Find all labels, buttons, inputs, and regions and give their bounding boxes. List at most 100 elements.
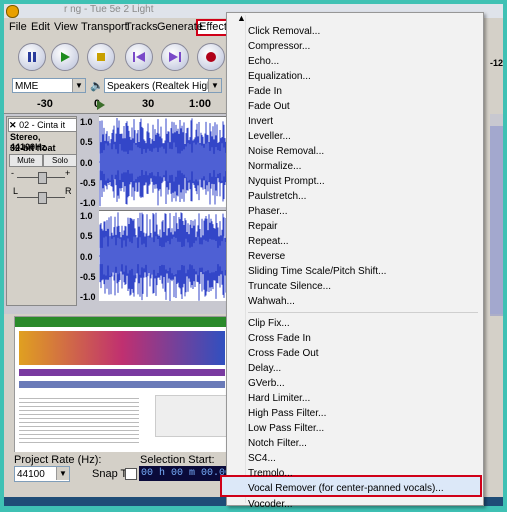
- effect-menu-item[interactable]: Repair: [248, 220, 277, 234]
- effect-menu-item[interactable]: Delay...: [248, 362, 281, 376]
- snap-to-checkbox[interactable]: [125, 468, 137, 480]
- effect-menu-item[interactable]: Paulstretch...: [248, 190, 306, 204]
- waveform-right-channel[interactable]: [99, 210, 234, 301]
- effect-menu-item[interactable]: Notch Filter...: [248, 437, 307, 451]
- effect-menu-item[interactable]: Echo...: [248, 55, 279, 69]
- thumb-sidebar-box: [155, 395, 227, 437]
- skip-to-end-button[interactable]: [161, 43, 189, 71]
- effect-menu-item[interactable]: Noise Removal...: [248, 145, 324, 159]
- selection-start-label: Selection Start:: [140, 454, 215, 466]
- menu-file[interactable]: File: [9, 21, 27, 33]
- mute-button[interactable]: Mute: [9, 154, 43, 167]
- timeline-ruler[interactable]: -30 0 30 1:00: [4, 97, 234, 114]
- chevron-down-icon: ▼: [208, 79, 221, 92]
- effect-menu-item[interactable]: GVerb...: [248, 377, 285, 391]
- menu-edit[interactable]: Edit: [31, 21, 50, 33]
- chevron-down-icon: ▼: [72, 79, 85, 92]
- effect-menu-item[interactable]: Wahwah...: [248, 295, 295, 309]
- thumb-navbar: [15, 317, 233, 327]
- effect-menu-item[interactable]: Phaser...: [248, 205, 287, 219]
- scale-label: -1.0: [80, 292, 96, 302]
- thumb-menu-strip: [19, 369, 225, 376]
- effect-menu-item[interactable]: Invert: [248, 115, 273, 129]
- effect-menu-item[interactable]: Compressor...: [248, 40, 310, 54]
- effect-menu-item[interactable]: Fade In: [248, 85, 282, 99]
- effect-menu-item[interactable]: Normalize...: [248, 160, 301, 174]
- play-button[interactable]: [51, 43, 79, 71]
- project-rate-label: Project Rate (Hz):: [14, 454, 102, 466]
- pan-left-label: L: [13, 186, 19, 196]
- effect-menu-item[interactable]: Repeat...: [248, 235, 289, 249]
- menu-bar: File Edit View Transport Tracks Generate…: [4, 20, 234, 37]
- play-icon: [61, 52, 70, 62]
- gain-slider-handle[interactable]: [38, 172, 47, 184]
- menu-effect[interactable]: Effect: [199, 21, 227, 33]
- scale-label: -0.5: [80, 272, 96, 282]
- effect-menu-item[interactable]: Fade Out: [248, 100, 290, 114]
- menu-tracks[interactable]: Tracks: [125, 21, 158, 33]
- menu-transport[interactable]: Transport: [81, 21, 128, 33]
- effect-menu-item[interactable]: Reverse: [248, 250, 285, 264]
- output-device-select[interactable]: Speakers (Realtek High Definit ▼: [104, 78, 222, 93]
- amplitude-scale: 1.0 0.5 0.0 -0.5 -1.0 1.0 0.5 0.0 -0.5 -…: [79, 116, 99, 306]
- pause-icon: [28, 52, 36, 62]
- transport-toolbar: [4, 40, 234, 74]
- effect-menu-item[interactable]: Hard Limiter...: [248, 392, 310, 406]
- background-browser-thumbnail: [14, 316, 234, 453]
- track-name-dropdown[interactable]: ✕ 02 - Cinta it: [8, 118, 77, 132]
- solo-button[interactable]: Solo: [43, 154, 77, 167]
- track-area: ✕ 02 - Cinta it Stereo, 44100Hz 32-bit f…: [4, 114, 234, 314]
- track-name: 02 - Cinta it: [19, 120, 66, 130]
- scroll-up-icon[interactable]: ▲: [237, 13, 246, 23]
- effect-menu-item[interactable]: Cross Fade Out: [248, 347, 319, 361]
- menu-view[interactable]: View: [54, 21, 78, 33]
- scale-label: 0.0: [80, 158, 93, 168]
- right-panel-edge: -12: [490, 18, 503, 497]
- stop-button[interactable]: [87, 43, 115, 71]
- waveform-left-channel[interactable]: [99, 116, 234, 207]
- ruler-tick: 30: [142, 98, 155, 110]
- effect-menu-item[interactable]: Click Removal...: [248, 25, 320, 39]
- effect-menu-item[interactable]: High Pass Filter...: [248, 407, 326, 421]
- scale-label: 0.5: [80, 137, 93, 147]
- effect-menu-item[interactable]: Low Pass Filter...: [248, 422, 324, 436]
- scale-label: 0.5: [80, 231, 93, 241]
- selection-start-field[interactable]: 00 h 00 m 00.000: [139, 466, 231, 481]
- skip-to-start-button[interactable]: [125, 43, 153, 71]
- menu-generate[interactable]: Generate: [157, 21, 203, 33]
- record-button[interactable]: [197, 43, 225, 71]
- thumb-article-text: [19, 395, 139, 445]
- effect-menu-item[interactable]: Equalization...: [248, 70, 311, 84]
- pan-slider-handle[interactable]: [38, 192, 47, 204]
- close-track-icon[interactable]: ✕: [9, 120, 17, 130]
- window-title: r ng - Tue 5e 2 Light: [64, 4, 154, 15]
- effect-menu-item[interactable]: Tremolo...: [248, 467, 293, 481]
- effect-menu-item[interactable]: Sliding Time Scale/Pitch Shift...: [248, 265, 386, 279]
- effect-menu-item[interactable]: Nyquist Prompt...: [248, 175, 325, 189]
- thumb-banner-image: [19, 331, 225, 365]
- scale-label: 1.0: [80, 211, 93, 221]
- audacity-app-icon: [6, 5, 19, 18]
- effect-menu-item[interactable]: Vocoder...: [248, 498, 292, 512]
- menu-separator: [248, 312, 478, 313]
- effect-menu-item[interactable]: Cross Fade In: [248, 332, 311, 346]
- waveform-left: [99, 118, 234, 207]
- track-bitdepth: 32-bit float: [10, 143, 56, 153]
- effect-menu-item[interactable]: Truncate Silence...: [248, 280, 331, 294]
- effect-dropdown-menu: ▲ Click Removal... Compressor... Echo... Eq…: [220, 12, 484, 510]
- selection-toolbar: Project Rate (Hz): 44100 ▼ Snap To Selec…: [4, 452, 234, 494]
- ruler-tick: -30: [37, 98, 53, 110]
- ruler-tick: 1:00: [189, 98, 212, 110]
- skip-start-icon: [133, 52, 145, 62]
- pause-button[interactable]: [18, 43, 46, 71]
- effect-menu-item[interactable]: Clip Fix...: [248, 317, 290, 331]
- effect-menu-item[interactable]: Leveller...: [248, 130, 291, 144]
- audio-host-value: MME: [15, 81, 39, 92]
- project-rate-select[interactable]: 44100 ▼: [14, 466, 70, 482]
- record-icon: [206, 52, 216, 62]
- skip-end-icon: [169, 52, 181, 62]
- effect-menu-item[interactable]: Vocal Remover (for center-panned vocals)…: [248, 482, 444, 496]
- effect-menu-item[interactable]: SC4...: [248, 452, 276, 466]
- stop-icon: [97, 53, 105, 61]
- audio-host-select[interactable]: MME ▼: [12, 78, 86, 93]
